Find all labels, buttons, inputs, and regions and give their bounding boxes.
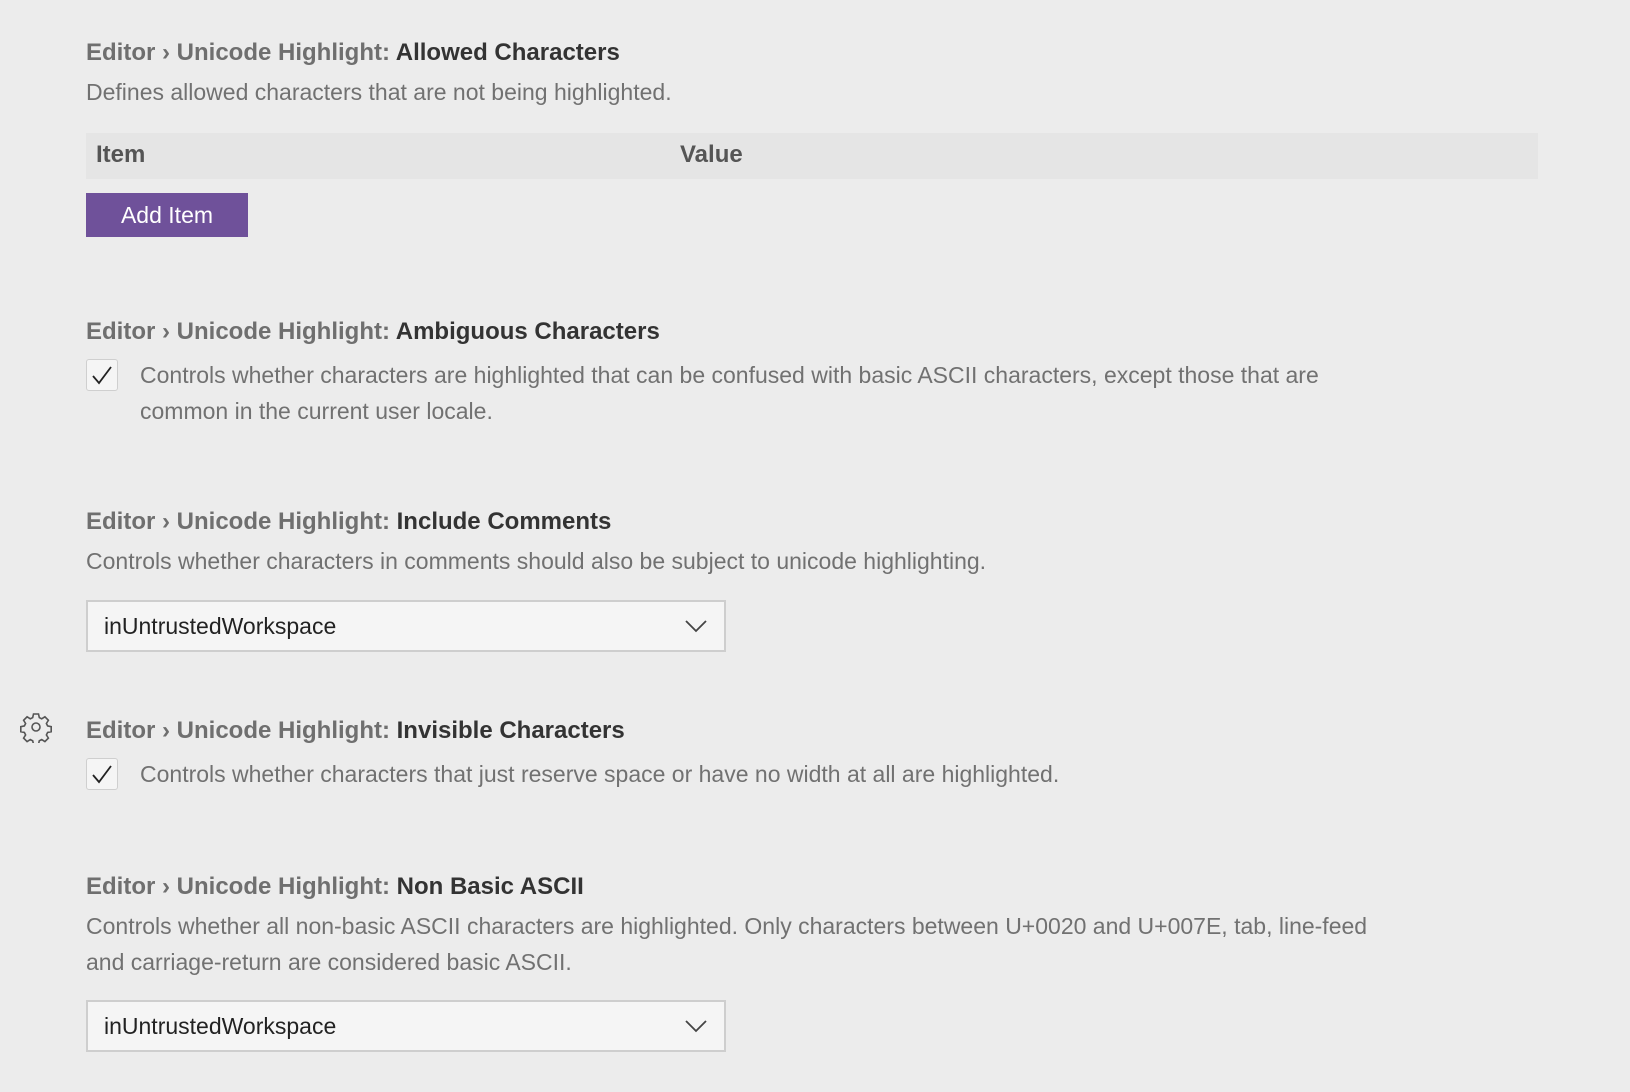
- list-header-item: Item: [96, 141, 146, 168]
- setting-name: Ambiguous Characters: [395, 318, 660, 345]
- setting-category: Editor › Unicode Highlight:: [86, 717, 397, 744]
- invisible-characters-checkbox[interactable]: [86, 758, 118, 790]
- setting-invisible-characters: Editor › Unicode Highlight: Invisible Ch…: [86, 716, 1550, 790]
- include-comments-select[interactable]: inUntrustedWorkspace: [86, 600, 726, 652]
- description-line: Controls whether characters are highligh…: [140, 362, 1319, 388]
- checkbox-label: Controls whether characters are highligh…: [140, 357, 1319, 429]
- setting-name: Include Comments: [396, 508, 612, 535]
- ambiguous-characters-checkbox[interactable]: [86, 359, 118, 391]
- chevron-down-icon: [685, 620, 707, 633]
- non-basic-ascii-select[interactable]: inUntrustedWorkspace: [86, 1000, 726, 1052]
- list-header-value: Value: [680, 141, 743, 168]
- setting-category: Editor › Unicode Highlight:: [86, 39, 396, 66]
- setting-ambiguous-characters: Editor › Unicode Highlight: Ambiguous Ch…: [86, 317, 1550, 424]
- checkbox-row: Controls whether characters that just re…: [86, 758, 1059, 792]
- checkmark-icon: [92, 765, 112, 784]
- setting-title: Editor › Unicode Highlight: Non Basic AS…: [86, 872, 1550, 902]
- setting-description: Controls whether all non-basic ASCII cha…: [86, 908, 1550, 980]
- setting-allowed-characters: Editor › Unicode Highlight: Allowed Char…: [86, 38, 1550, 237]
- setting-title: Editor › Unicode Highlight: Ambiguous Ch…: [86, 317, 1550, 347]
- setting-category: Editor › Unicode Highlight:: [86, 508, 397, 535]
- setting-category: Editor › Unicode Highlight:: [86, 318, 396, 345]
- setting-title: Editor › Unicode Highlight: Include Comm…: [86, 507, 1550, 537]
- description-line: Controls whether all non-basic ASCII cha…: [86, 913, 1368, 939]
- checkbox-row: Controls whether characters are highligh…: [86, 359, 1319, 429]
- select-value: inUntrustedWorkspace: [104, 612, 337, 639]
- setting-category: Editor › Unicode Highlight:: [86, 873, 397, 900]
- add-item-button[interactable]: Add Item: [86, 193, 248, 237]
- gear-icon[interactable]: [20, 711, 52, 743]
- setting-description: Controls whether characters in comments …: [86, 548, 987, 574]
- setting-include-comments: Editor › Unicode Highlight: Include Comm…: [86, 507, 1550, 652]
- description-line: common in the current user locale.: [140, 398, 493, 424]
- checkbox-label: Controls whether characters that just re…: [140, 761, 1060, 787]
- setting-name: Allowed Characters: [395, 39, 620, 66]
- list-header: Item Value: [86, 133, 1538, 179]
- setting-title: Editor › Unicode Highlight: Allowed Char…: [86, 38, 1550, 68]
- chevron-down-icon: [685, 1020, 707, 1033]
- setting-name: Non Basic ASCII: [396, 873, 584, 900]
- setting-name: Invisible Characters: [396, 717, 625, 744]
- setting-title: Editor › Unicode Highlight: Invisible Ch…: [86, 716, 1550, 746]
- setting-non-basic-ascii: Editor › Unicode Highlight: Non Basic AS…: [86, 872, 1550, 1052]
- checkmark-icon: [92, 366, 112, 385]
- setting-description: Defines allowed characters that are not …: [86, 79, 672, 105]
- select-value: inUntrustedWorkspace: [104, 1012, 337, 1039]
- description-line: and carriage-return are considered basic…: [86, 949, 572, 975]
